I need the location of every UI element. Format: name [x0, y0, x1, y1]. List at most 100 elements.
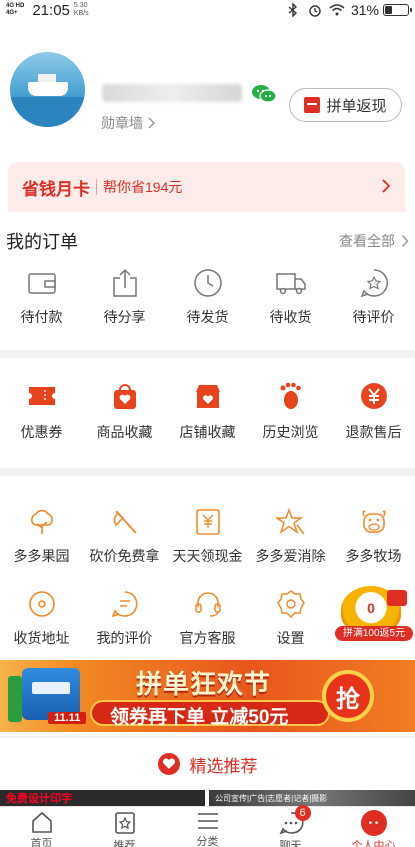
my-reviews-entry[interactable]: 我的评价 [83, 588, 166, 648]
bottom-tab-bar: 首页 推荐 分类 6 聊天 • • 个人中心 [0, 805, 415, 847]
banner-container: 11.11 拼单狂欢节 领券再下单 立减50元 抢 [0, 656, 415, 736]
gear-icon [275, 588, 307, 620]
wechat-icon[interactable] [250, 84, 278, 104]
ranch-entry[interactable]: 多多牧场 [332, 506, 415, 566]
goods-favorite-icon [109, 380, 141, 412]
bluetooth-icon [285, 3, 301, 17]
tab-label: 推荐 [113, 840, 136, 847]
promo-ribbon: 拼满100返5元 [335, 626, 413, 641]
section-gap [0, 468, 415, 476]
orchard-entry[interactable]: 多多果园 [0, 506, 83, 566]
divider [96, 179, 97, 195]
my-orders-section: 我的订单 查看全部 待付款 待分享 待发货 待收货 待评价 [0, 215, 415, 350]
recommend-header: 精选推荐 [0, 738, 415, 790]
floating-group-promo[interactable]: 0 拼满100返5元 [335, 586, 413, 642]
recommend-label: 精选推荐 [189, 756, 258, 776]
badge-wall-label: 勋章墙 [101, 115, 143, 131]
chat-unread-badge: 6 [294, 805, 311, 821]
order-item-label: 待收货 [269, 309, 312, 325]
network-bottom: 4G+ [6, 10, 18, 16]
view-all-orders-link[interactable]: 查看全部 [339, 231, 409, 251]
network-indicator: 4G HD 4G+ [6, 3, 24, 17]
tools-item-label: 多多爱消除 [255, 548, 326, 564]
tools-item-label: 砍价免费拿 [89, 548, 160, 564]
tree-icon [26, 506, 58, 538]
tools-item-label: 收货地址 [13, 630, 70, 646]
tab-recommend[interactable]: 推荐 [83, 807, 166, 847]
personal-center-page: 4G HD 4G+ 21:05 5.30 KB/s 31% 勋章墙 拼单返现 省… [0, 0, 415, 847]
tools-item-label: 多多牧场 [345, 548, 402, 564]
orders-header: 我的订单 查看全部 [0, 215, 415, 267]
battery-percent: 31% [350, 2, 379, 18]
speed-unit: KB/s [73, 10, 89, 17]
favorites-item-label: 退款售后 [345, 424, 402, 440]
heart-icon [157, 753, 180, 775]
favorites-item-label: 商品收藏 [96, 424, 153, 440]
group-return-label: 拼单返现 [326, 97, 387, 115]
tab-label: 个人中心 [351, 840, 396, 847]
order-item-label: 待分享 [103, 309, 146, 325]
badge-wall-link[interactable]: 勋章墙 [101, 113, 155, 133]
battery-icon [383, 4, 412, 16]
avatar[interactable] [10, 52, 85, 127]
avatar-sea [10, 97, 85, 127]
tools-item-label: 设置 [276, 630, 305, 646]
daily-cash-entry[interactable]: 天天领现金 [166, 506, 249, 566]
chevron-right-icon [382, 179, 391, 193]
tools-item-label: 我的评价 [96, 630, 153, 646]
profile-face-icon: • • [360, 810, 387, 836]
battery-fill [385, 6, 392, 14]
review-icon [358, 267, 390, 299]
money-card-title: 省钱月卡 [22, 179, 90, 199]
settings-entry[interactable]: 设置 [249, 588, 332, 648]
favorites-item-label: 优惠券 [20, 424, 63, 440]
tab-label: 分类 [196, 836, 219, 847]
promo-count: 0 [367, 600, 375, 616]
network-speed: 5.30 KB/s [74, 2, 89, 18]
star-icon [275, 506, 307, 538]
order-pending-payment[interactable]: 待付款 [0, 267, 83, 327]
tab-chat[interactable]: 6 聊天 [249, 805, 332, 847]
alarm-icon [307, 3, 323, 17]
address-entry[interactable]: 收货地址 [0, 588, 83, 648]
refund-entry[interactable]: 退款售后 [332, 380, 415, 442]
order-item-label: 待付款 [20, 309, 63, 325]
history-entry[interactable]: 历史浏览 [249, 380, 332, 442]
cow-icon [358, 506, 390, 538]
clock: 21:05 [32, 1, 70, 19]
headset-icon [192, 588, 224, 620]
customer-service-entry[interactable]: 官方客服 [166, 588, 249, 648]
favorites-row: 优惠券 商品收藏 店铺收藏 历史浏览 退款售后 [0, 380, 415, 442]
banner-title: 拼单狂欢节 [136, 669, 272, 699]
order-pending-share[interactable]: 待分享 [83, 267, 166, 327]
banner-product-bottle [8, 676, 22, 722]
grab-button[interactable]: 抢 [322, 670, 374, 722]
wifi-icon [329, 3, 345, 17]
profile-header: 勋章墙 拼单返现 [0, 20, 415, 140]
bargain-entry[interactable]: 砍价免费拿 [83, 506, 166, 566]
cash-icon [192, 506, 224, 538]
promo-banner[interactable]: 11.11 拼单狂欢节 领券再下单 立减50元 抢 [0, 660, 415, 732]
tab-profile[interactable]: • • 个人中心 [332, 807, 415, 847]
axe-icon [109, 506, 141, 538]
group-return-button[interactable]: 拼单返现 [289, 88, 402, 122]
order-pending-shipment[interactable]: 待发货 [166, 267, 249, 327]
tools-item-label: 天天领现金 [172, 548, 243, 564]
store-favorite-icon [192, 380, 224, 412]
coupons-entry[interactable]: 优惠券 [0, 380, 83, 442]
order-pending-review[interactable]: 待评价 [332, 267, 415, 327]
tab-label: 聊天 [279, 840, 302, 847]
money-card-wrap: 省钱月卡 帮你省194元 [0, 140, 415, 215]
goods-favorites-entry[interactable]: 商品收藏 [83, 380, 166, 442]
tab-category[interactable]: 分类 [166, 807, 249, 847]
clock-icon [192, 267, 224, 299]
share-icon [109, 267, 141, 299]
tools-item-label: 官方客服 [179, 630, 236, 646]
money-saving-card[interactable]: 省钱月卡 帮你省194元 [8, 162, 405, 212]
tab-home[interactable]: 首页 [0, 807, 83, 847]
order-pending-receipt[interactable]: 待收货 [249, 267, 332, 327]
category-icon [195, 811, 221, 831]
store-favorites-entry[interactable]: 店铺收藏 [166, 380, 249, 442]
eliminate-game-entry[interactable]: 多多爱消除 [249, 506, 332, 566]
refund-icon [358, 380, 390, 412]
